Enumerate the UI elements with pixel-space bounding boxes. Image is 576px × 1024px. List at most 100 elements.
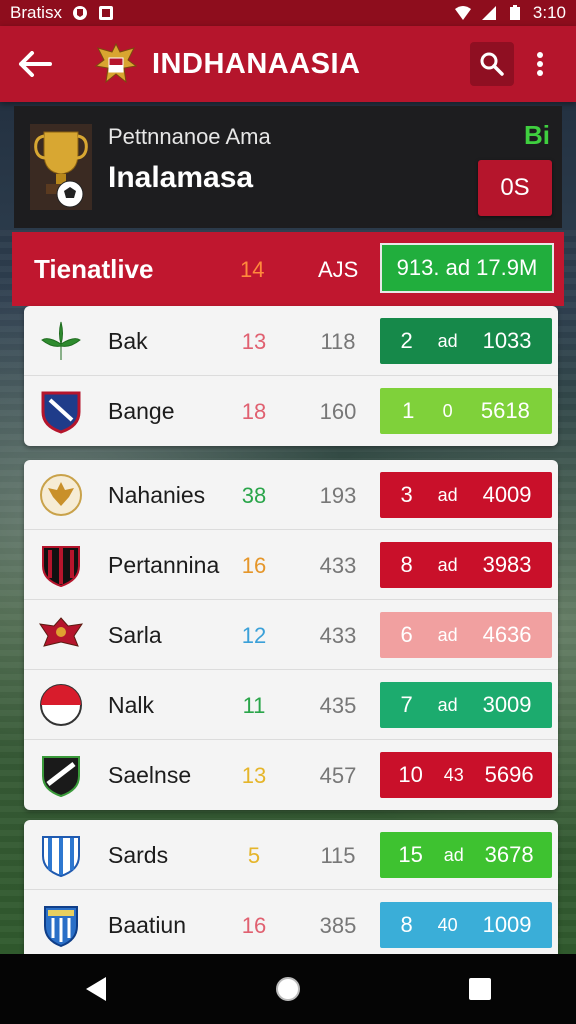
points-rank: 7 bbox=[400, 692, 413, 717]
nav-home-button[interactable] bbox=[248, 959, 328, 1019]
goals-value: 385 bbox=[319, 913, 357, 938]
table-header: Tienatlive 14 AJS 913. ad 17.9M bbox=[12, 232, 564, 306]
more-vertical-icon bbox=[537, 52, 543, 76]
header-points[interactable]: 913. ad 17.9M bbox=[380, 243, 554, 293]
status-bar: Bratisx 3:10 bbox=[0, 0, 576, 26]
goals-value: 433 bbox=[319, 623, 357, 648]
points-rank: 15 bbox=[398, 842, 423, 867]
table-row[interactable]: Pertannina 16 433 8 ad 3983 bbox=[24, 530, 558, 600]
competition-title: Inalamasa bbox=[108, 161, 254, 194]
flag-crest-icon bbox=[40, 684, 82, 726]
garuda-logo-icon bbox=[94, 42, 138, 84]
points-mid: ad bbox=[437, 694, 458, 715]
played-value: 13 bbox=[241, 329, 267, 354]
battery-icon bbox=[509, 5, 520, 20]
group-3: Sards 5 115 15 ad 3678 Baatiun 16 385 8 40 1009 bbox=[24, 820, 558, 960]
points-cell[interactable]: 7 ad 3009 bbox=[380, 682, 552, 728]
search-icon bbox=[480, 52, 504, 76]
points-mid: ad bbox=[437, 554, 458, 575]
points-total: 5618 bbox=[480, 398, 530, 423]
goals-value: 433 bbox=[319, 553, 357, 578]
points-mid: ad bbox=[437, 484, 458, 505]
table-row[interactable]: Nahanies 38 193 3 ad 4009 bbox=[24, 460, 558, 530]
clock-label: 3:10 bbox=[532, 3, 566, 22]
nav-back-button[interactable] bbox=[56, 959, 136, 1019]
points-mid: 43 bbox=[443, 764, 464, 785]
points-cell[interactable]: 2 ad 1033 bbox=[380, 318, 552, 364]
played-value: 18 bbox=[241, 399, 267, 424]
team-name: Pertannina bbox=[108, 552, 220, 578]
notification-icon bbox=[72, 6, 87, 20]
nav-recents-button[interactable] bbox=[440, 959, 520, 1019]
team-name: Saelnse bbox=[108, 762, 192, 788]
goals-value: 115 bbox=[320, 843, 356, 868]
header-goals: AJS bbox=[318, 257, 359, 282]
played-value: 16 bbox=[241, 553, 267, 578]
points-total: 3009 bbox=[482, 692, 532, 717]
team-name: Baatiun bbox=[108, 912, 187, 938]
played-value: 16 bbox=[241, 913, 267, 938]
played-value: 11 bbox=[242, 693, 266, 718]
header-played: 14 bbox=[240, 257, 265, 282]
goals-value: 193 bbox=[319, 483, 357, 508]
garuda-crest-icon bbox=[40, 474, 82, 516]
points-mid: ad bbox=[437, 330, 458, 351]
triangle-back-icon bbox=[86, 977, 106, 1001]
group-1: Bak 13 118 2 ad 1033 Bange 18 160 1 0 5618 bbox=[24, 306, 558, 446]
square-recents-icon bbox=[469, 978, 491, 1000]
table-row[interactable]: Bange 18 160 1 0 5618 bbox=[24, 376, 558, 446]
circle-home-icon bbox=[276, 977, 300, 1001]
points-rank: 8 bbox=[400, 552, 413, 577]
played-value: 12 bbox=[241, 623, 267, 648]
header-name: Tienatlive bbox=[34, 254, 154, 284]
goals-value: 118 bbox=[320, 329, 356, 354]
points-total: 1009 bbox=[482, 912, 532, 937]
trophy-icon bbox=[30, 124, 92, 210]
points-cell[interactable]: 10 43 5696 bbox=[380, 752, 552, 798]
striped-shield-icon bbox=[42, 546, 80, 588]
table-row[interactable]: Saelnse 13 457 10 43 5696 bbox=[24, 740, 558, 810]
back-button[interactable] bbox=[0, 26, 70, 102]
points-cell[interactable]: 8 ad 3983 bbox=[380, 542, 552, 588]
eagle-crest-icon bbox=[38, 617, 84, 647]
group-2: Nahanies 38 193 3 ad 4009 Pertannina 16 433 8 ad 39… bbox=[24, 460, 558, 810]
more-options-button[interactable] bbox=[520, 42, 560, 86]
black-shield-icon bbox=[42, 756, 80, 798]
points-rank: 1 bbox=[402, 398, 415, 423]
points-cell[interactable]: 1 0 5618 bbox=[380, 388, 552, 434]
competition-subtitle: Pettnnanoe Ama bbox=[108, 124, 271, 149]
goals-value: 435 bbox=[319, 693, 357, 718]
team-name: Sards bbox=[108, 842, 169, 868]
points-cell[interactable]: 3 ad 4009 bbox=[380, 472, 552, 518]
competition-header: Pettnnanoe Ama Inalamasa Bi 0S bbox=[14, 106, 562, 228]
leaf-crest-icon bbox=[41, 321, 81, 360]
team-name: Sarla bbox=[108, 622, 162, 648]
blue-stripe-shield-icon bbox=[42, 836, 80, 878]
search-button[interactable] bbox=[470, 42, 514, 86]
app-notification-icon bbox=[98, 6, 113, 20]
table-row[interactable]: Sards 5 115 15 ad 3678 bbox=[24, 820, 558, 890]
team-name: Bange bbox=[108, 398, 175, 424]
blue-castle-shield-icon bbox=[44, 906, 78, 948]
team-name: Nalk bbox=[108, 692, 155, 718]
points-cell[interactable]: 6 ad 4636 bbox=[380, 612, 552, 658]
table-row[interactable]: Nalk 11 435 7 ad 3009 bbox=[24, 670, 558, 740]
status-badge: Bi bbox=[524, 120, 550, 150]
table-row[interactable]: Baatiun 16 385 8 40 1009 bbox=[24, 890, 558, 960]
played-value: 13 bbox=[241, 763, 267, 788]
points-cell[interactable]: 8 40 1009 bbox=[380, 902, 552, 948]
goals-value: 457 bbox=[319, 763, 357, 788]
os-button[interactable]: 0S bbox=[478, 160, 552, 216]
points-mid: ad bbox=[443, 844, 464, 865]
shield-crest-icon bbox=[41, 391, 81, 434]
app-bar: INDHANAASIA bbox=[0, 26, 576, 102]
goals-value: 160 bbox=[319, 399, 357, 424]
points-cell[interactable]: 15 ad 3678 bbox=[380, 832, 552, 878]
table-row[interactable]: Bak 13 118 2 ad 1033 bbox=[24, 306, 558, 376]
points-total: 3983 bbox=[482, 552, 532, 577]
points-total: 5696 bbox=[484, 762, 534, 787]
points-rank: 2 bbox=[400, 328, 413, 353]
points-total: 1033 bbox=[482, 328, 532, 353]
carrier-label: Bratisx bbox=[10, 3, 62, 22]
table-row[interactable]: Sarla 12 433 6 ad 4636 bbox=[24, 600, 558, 670]
